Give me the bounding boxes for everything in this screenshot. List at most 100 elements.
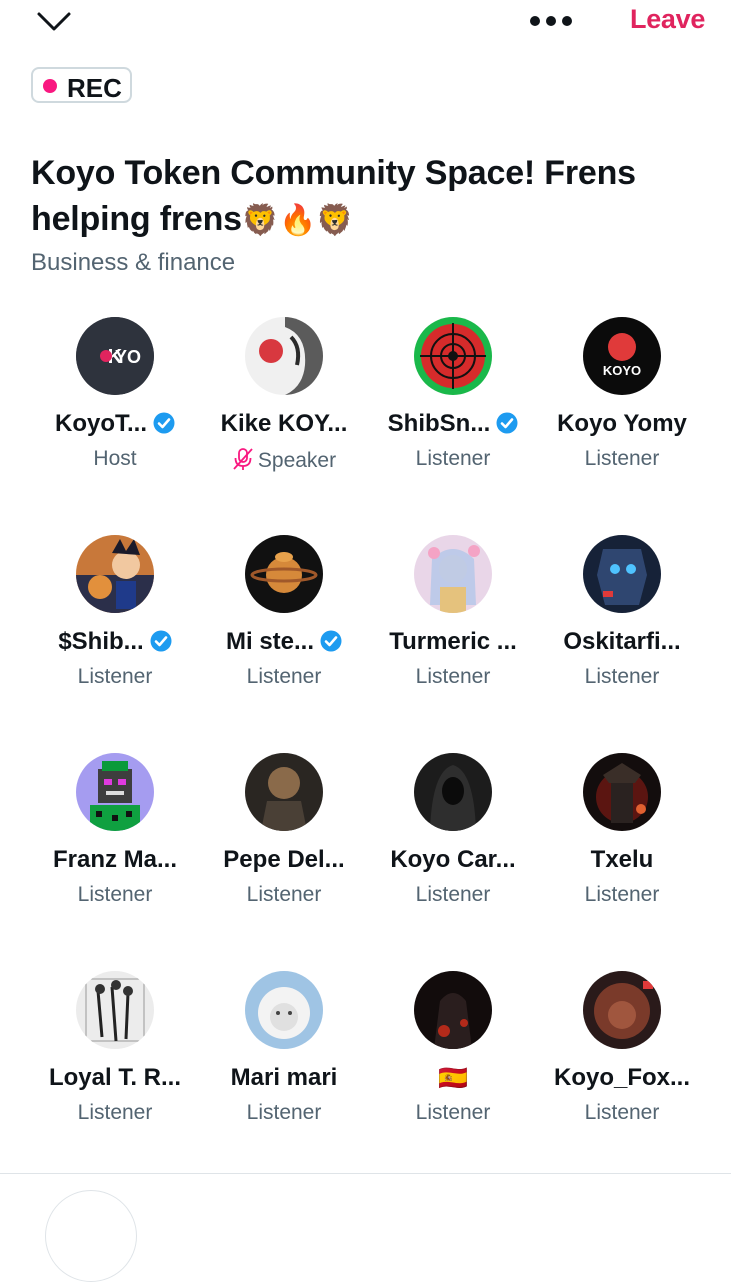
participant-role-text: Listener: [584, 447, 660, 470]
participant-name[interactable]: Franz Ma...: [30, 846, 200, 874]
participant-name-text: Koyo Car...: [390, 846, 516, 873]
participant-name[interactable]: Txelu: [537, 846, 707, 874]
participant-card[interactable]: ShibSn... Listener: [368, 317, 538, 487]
top-bar: Leave: [0, 0, 731, 50]
participant-name-text: Pepe Del...: [223, 846, 345, 873]
participant-role-text: Listener: [246, 883, 322, 906]
participant-role-text: Listener: [77, 665, 153, 688]
participant-role-text: Listener: [77, 1101, 153, 1124]
avatar[interactable]: [414, 753, 492, 831]
avatar[interactable]: [245, 971, 323, 1049]
recording-label: REC: [67, 73, 122, 103]
avatar[interactable]: [583, 753, 661, 831]
participant-name-text: Loyal T. R...: [48, 1064, 182, 1091]
avatar[interactable]: [76, 535, 154, 613]
avatar[interactable]: [583, 535, 661, 613]
participant-role: Host: [30, 447, 200, 471]
participant-card[interactable]: Txelu Listener: [537, 753, 707, 923]
participant-card[interactable]: $Shib... Listener: [30, 535, 200, 705]
participant-card[interactable]: Turmeric ... Listener: [368, 535, 538, 705]
participant-role: Speaker: [199, 447, 369, 473]
participant-card[interactable]: Franz Ma... Listener: [30, 753, 200, 923]
participant-name-text: ShibSn...: [387, 410, 491, 437]
avatar[interactable]: KOYO: [583, 317, 661, 395]
avatar[interactable]: K YO: [76, 317, 154, 395]
svg-text:KOYO: KOYO: [603, 363, 641, 378]
participant-name-text: Txelu: [590, 846, 654, 873]
participant-name[interactable]: KoyoT...: [30, 410, 200, 438]
avatar[interactable]: [245, 317, 323, 395]
participant-name[interactable]: Koyo Yomy: [537, 410, 707, 438]
participant-name-text: Oskitarfi...: [563, 628, 681, 655]
participant-role-text: Listener: [584, 883, 660, 906]
participant-name-text: 🇪🇸: [438, 1065, 468, 1092]
participant-name-text: Kike KOY...: [220, 410, 348, 437]
participant-name-text: $Shib...: [58, 628, 144, 655]
participant-name[interactable]: Pepe Del...: [199, 846, 369, 874]
space-title: Koyo Token Community Space! Frens helpin…: [31, 150, 711, 244]
participant-card[interactable]: Koyo Car... Listener: [368, 753, 538, 923]
participant-name[interactable]: ShibSn...: [368, 410, 538, 438]
avatar[interactable]: [76, 971, 154, 1049]
participant-role: Listener: [368, 447, 538, 471]
participant-name-text: Franz Ma...: [52, 846, 178, 873]
participant-role-text: Listener: [77, 883, 153, 906]
participant-name[interactable]: Mari mari: [199, 1064, 369, 1092]
avatar[interactable]: [76, 753, 154, 831]
participant-name-text: Koyo_Fox...: [553, 1064, 691, 1091]
participant-card[interactable]: KOYO Koyo Yomy Listener: [537, 317, 707, 487]
participant-role-text: Listener: [415, 665, 491, 688]
participant-role: Listener: [537, 1101, 707, 1125]
verified-badge-icon: [496, 412, 518, 434]
leave-button[interactable]: Leave: [630, 4, 705, 35]
participant-name[interactable]: Turmeric ...: [368, 628, 538, 656]
avatar[interactable]: [245, 535, 323, 613]
participant-card[interactable]: Kike KOY... Speaker: [199, 317, 369, 487]
participant-name[interactable]: 🇪🇸: [368, 1064, 538, 1093]
avatar[interactable]: [583, 971, 661, 1049]
participant-name[interactable]: Loyal T. R...: [30, 1064, 200, 1092]
participant-role-text: Listener: [584, 1101, 660, 1124]
avatar[interactable]: [414, 317, 492, 395]
participant-role: Listener: [199, 1101, 369, 1125]
avatar[interactable]: [245, 753, 323, 831]
participant-name[interactable]: Koyo_Fox...: [537, 1064, 707, 1092]
participant-role-text: Listener: [584, 665, 660, 688]
participant-card[interactable]: Oskitarfi... Listener: [537, 535, 707, 705]
participant-role: Listener: [30, 883, 200, 907]
participant-role-text: Speaker: [257, 449, 337, 472]
participant-name-text: Turmeric ...: [389, 628, 517, 655]
svg-text:YO: YO: [115, 347, 141, 367]
participant-role: Listener: [199, 883, 369, 907]
participant-name[interactable]: $Shib...: [30, 628, 200, 656]
participant-role-text: Listener: [415, 447, 491, 470]
participant-role: Listener: [199, 665, 369, 689]
participant-card[interactable]: K YO KoyoT... Host: [30, 317, 200, 487]
avatar[interactable]: [414, 535, 492, 613]
participant-name-text: Mari mari: [230, 1064, 338, 1091]
more-options-icon[interactable]: [528, 12, 574, 30]
space-title-line1: Koyo Token Community Space! Frens: [31, 154, 636, 192]
bottom-avatar[interactable]: [45, 1190, 137, 1282]
participant-name[interactable]: Kike KOY...: [199, 410, 369, 438]
participant-card[interactable]: Mi ste... Listener: [199, 535, 369, 705]
participant-role-text: Listener: [415, 1101, 491, 1124]
participant-card[interactable]: Koyo_Fox... Listener: [537, 971, 707, 1141]
participant-name-text: Koyo Yomy: [557, 410, 687, 437]
participant-name[interactable]: Oskitarfi...: [537, 628, 707, 656]
verified-badge-icon: [320, 630, 342, 652]
participant-role-text: Host: [93, 447, 137, 470]
participant-name[interactable]: Mi ste...: [199, 628, 369, 656]
participant-role: Listener: [30, 1101, 200, 1125]
chevron-down-icon[interactable]: [36, 8, 72, 36]
participant-role: Listener: [368, 883, 538, 907]
participant-card[interactable]: Mari mari Listener: [199, 971, 369, 1141]
avatar[interactable]: [414, 971, 492, 1049]
participant-role: Listener: [368, 665, 538, 689]
participant-role-text: Listener: [246, 1101, 322, 1124]
participant-card[interactable]: 🇪🇸 Listener: [368, 971, 538, 1141]
participant-card[interactable]: Pepe Del... Listener: [199, 753, 369, 923]
participant-card[interactable]: Loyal T. R... Listener: [30, 971, 200, 1141]
participant-name[interactable]: Koyo Car...: [368, 846, 538, 874]
participant-role-text: Listener: [246, 665, 322, 688]
